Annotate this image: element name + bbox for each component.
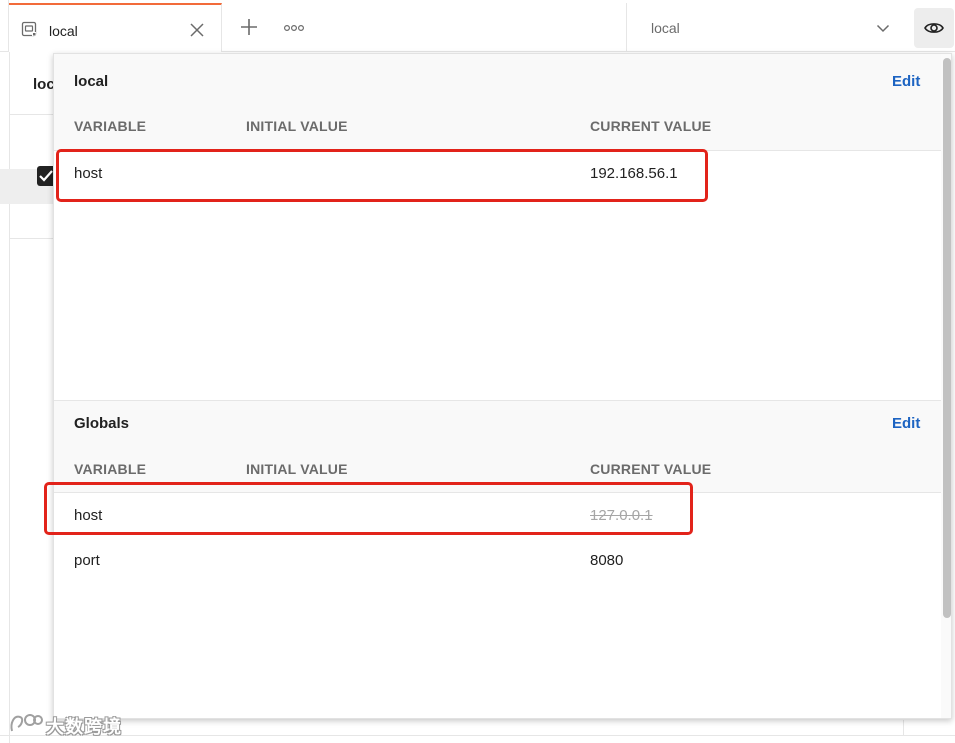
tab-label: local	[49, 23, 78, 39]
column-header-initial-value: INITIAL VALUE	[246, 461, 348, 477]
column-header-current-value: CURRENT VALUE	[590, 118, 712, 134]
environment-selected-value: local	[651, 20, 680, 36]
column-header-variable: VARIABLE	[74, 118, 147, 134]
edit-globals-link[interactable]: Edit	[892, 415, 920, 432]
background-checkbox[interactable]	[37, 166, 54, 186]
eye-icon	[924, 23, 944, 33]
background-left-border	[9, 52, 10, 743]
globals-section-title: Globals	[74, 415, 130, 432]
scrollbar-thumb[interactable]	[943, 58, 951, 618]
tab-environment-local[interactable]: local	[9, 3, 222, 52]
background-right-border	[903, 720, 904, 736]
background-bottom-border	[0, 735, 955, 736]
column-header-current-value: CURRENT VALUE	[590, 461, 712, 477]
environment-section-title: local	[74, 73, 109, 90]
tab-bar: local local	[0, 0, 955, 52]
background-divider	[10, 114, 54, 115]
environment-icon	[21, 21, 37, 37]
globals-section-header: Globals Edit VARIABLE INITIAL VALUE CURR…	[54, 401, 941, 492]
plus-icon[interactable]	[238, 16, 260, 38]
column-header-variable: VARIABLE	[74, 461, 147, 477]
watermark-text: 大数跨境	[46, 717, 122, 737]
chevron-down-icon	[876, 24, 890, 33]
environment-quick-look-popover: local Edit VARIABLE INITIAL VALUE CURREN…	[53, 53, 952, 719]
environment-selector[interactable]: local	[627, 3, 906, 52]
close-icon[interactable]	[189, 22, 205, 38]
checkmark-icon	[39, 170, 53, 182]
current-value: 192.168.56.1	[590, 165, 678, 182]
current-value-overridden: 127.0.0.1	[590, 507, 653, 524]
edit-environment-link[interactable]: Edit	[892, 73, 920, 90]
watermark-mark-icon	[10, 714, 43, 732]
variable-name: host	[74, 165, 103, 182]
header-divider	[54, 150, 941, 151]
environment-section-header: local Edit VARIABLE INITIAL VALUE CURREN…	[54, 54, 941, 150]
variable-name: host	[74, 507, 103, 524]
background-page-title: loc	[33, 76, 55, 93]
header-divider	[54, 492, 941, 493]
watermark-logo: 大数跨境	[8, 711, 128, 737]
environment-quick-look-button[interactable]	[914, 8, 954, 48]
variable-name: port	[74, 552, 100, 569]
background-divider	[10, 238, 54, 239]
tab-bar-left-edge	[0, 0, 9, 52]
more-options-icon[interactable]	[283, 22, 305, 34]
current-value: 8080	[590, 552, 624, 569]
column-header-initial-value: INITIAL VALUE	[246, 118, 348, 134]
